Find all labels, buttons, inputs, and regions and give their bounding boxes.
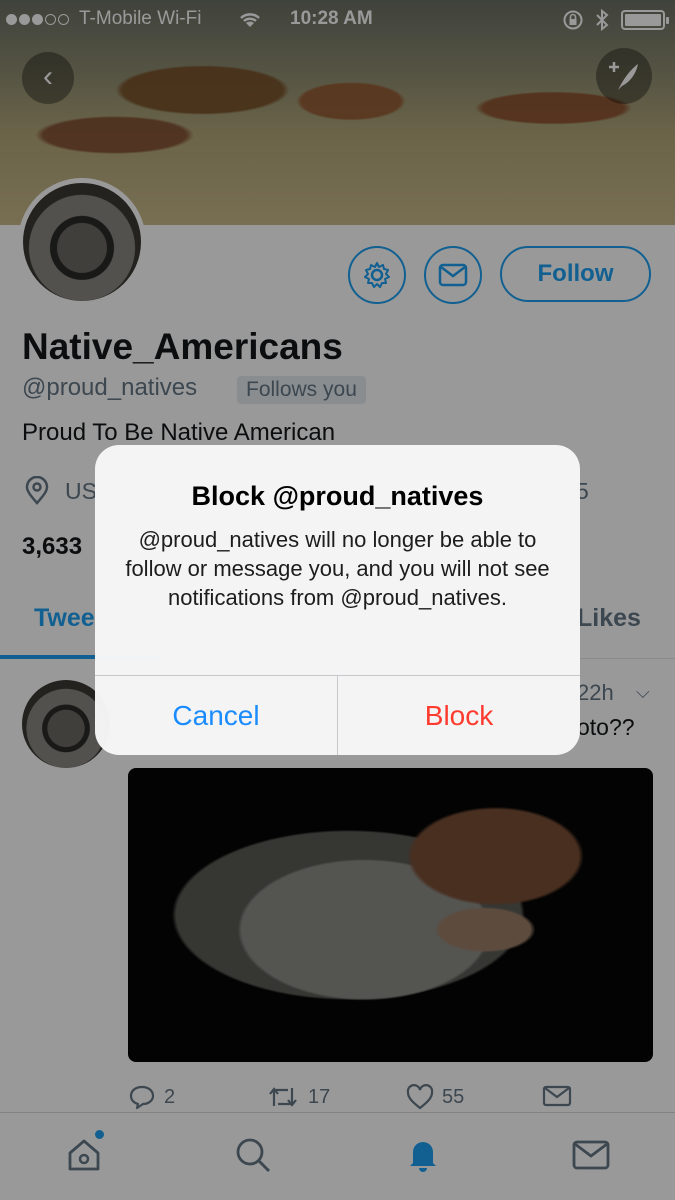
block-button[interactable]: Block xyxy=(338,676,580,755)
dialog-title: Block @proud_natives xyxy=(191,481,484,511)
block-confirmation-dialog: Block @proud_natives @proud_natives will… xyxy=(95,445,580,755)
dialog-message: @proud_natives will no longer be able to… xyxy=(125,527,550,610)
cancel-button[interactable]: Cancel xyxy=(95,676,337,755)
